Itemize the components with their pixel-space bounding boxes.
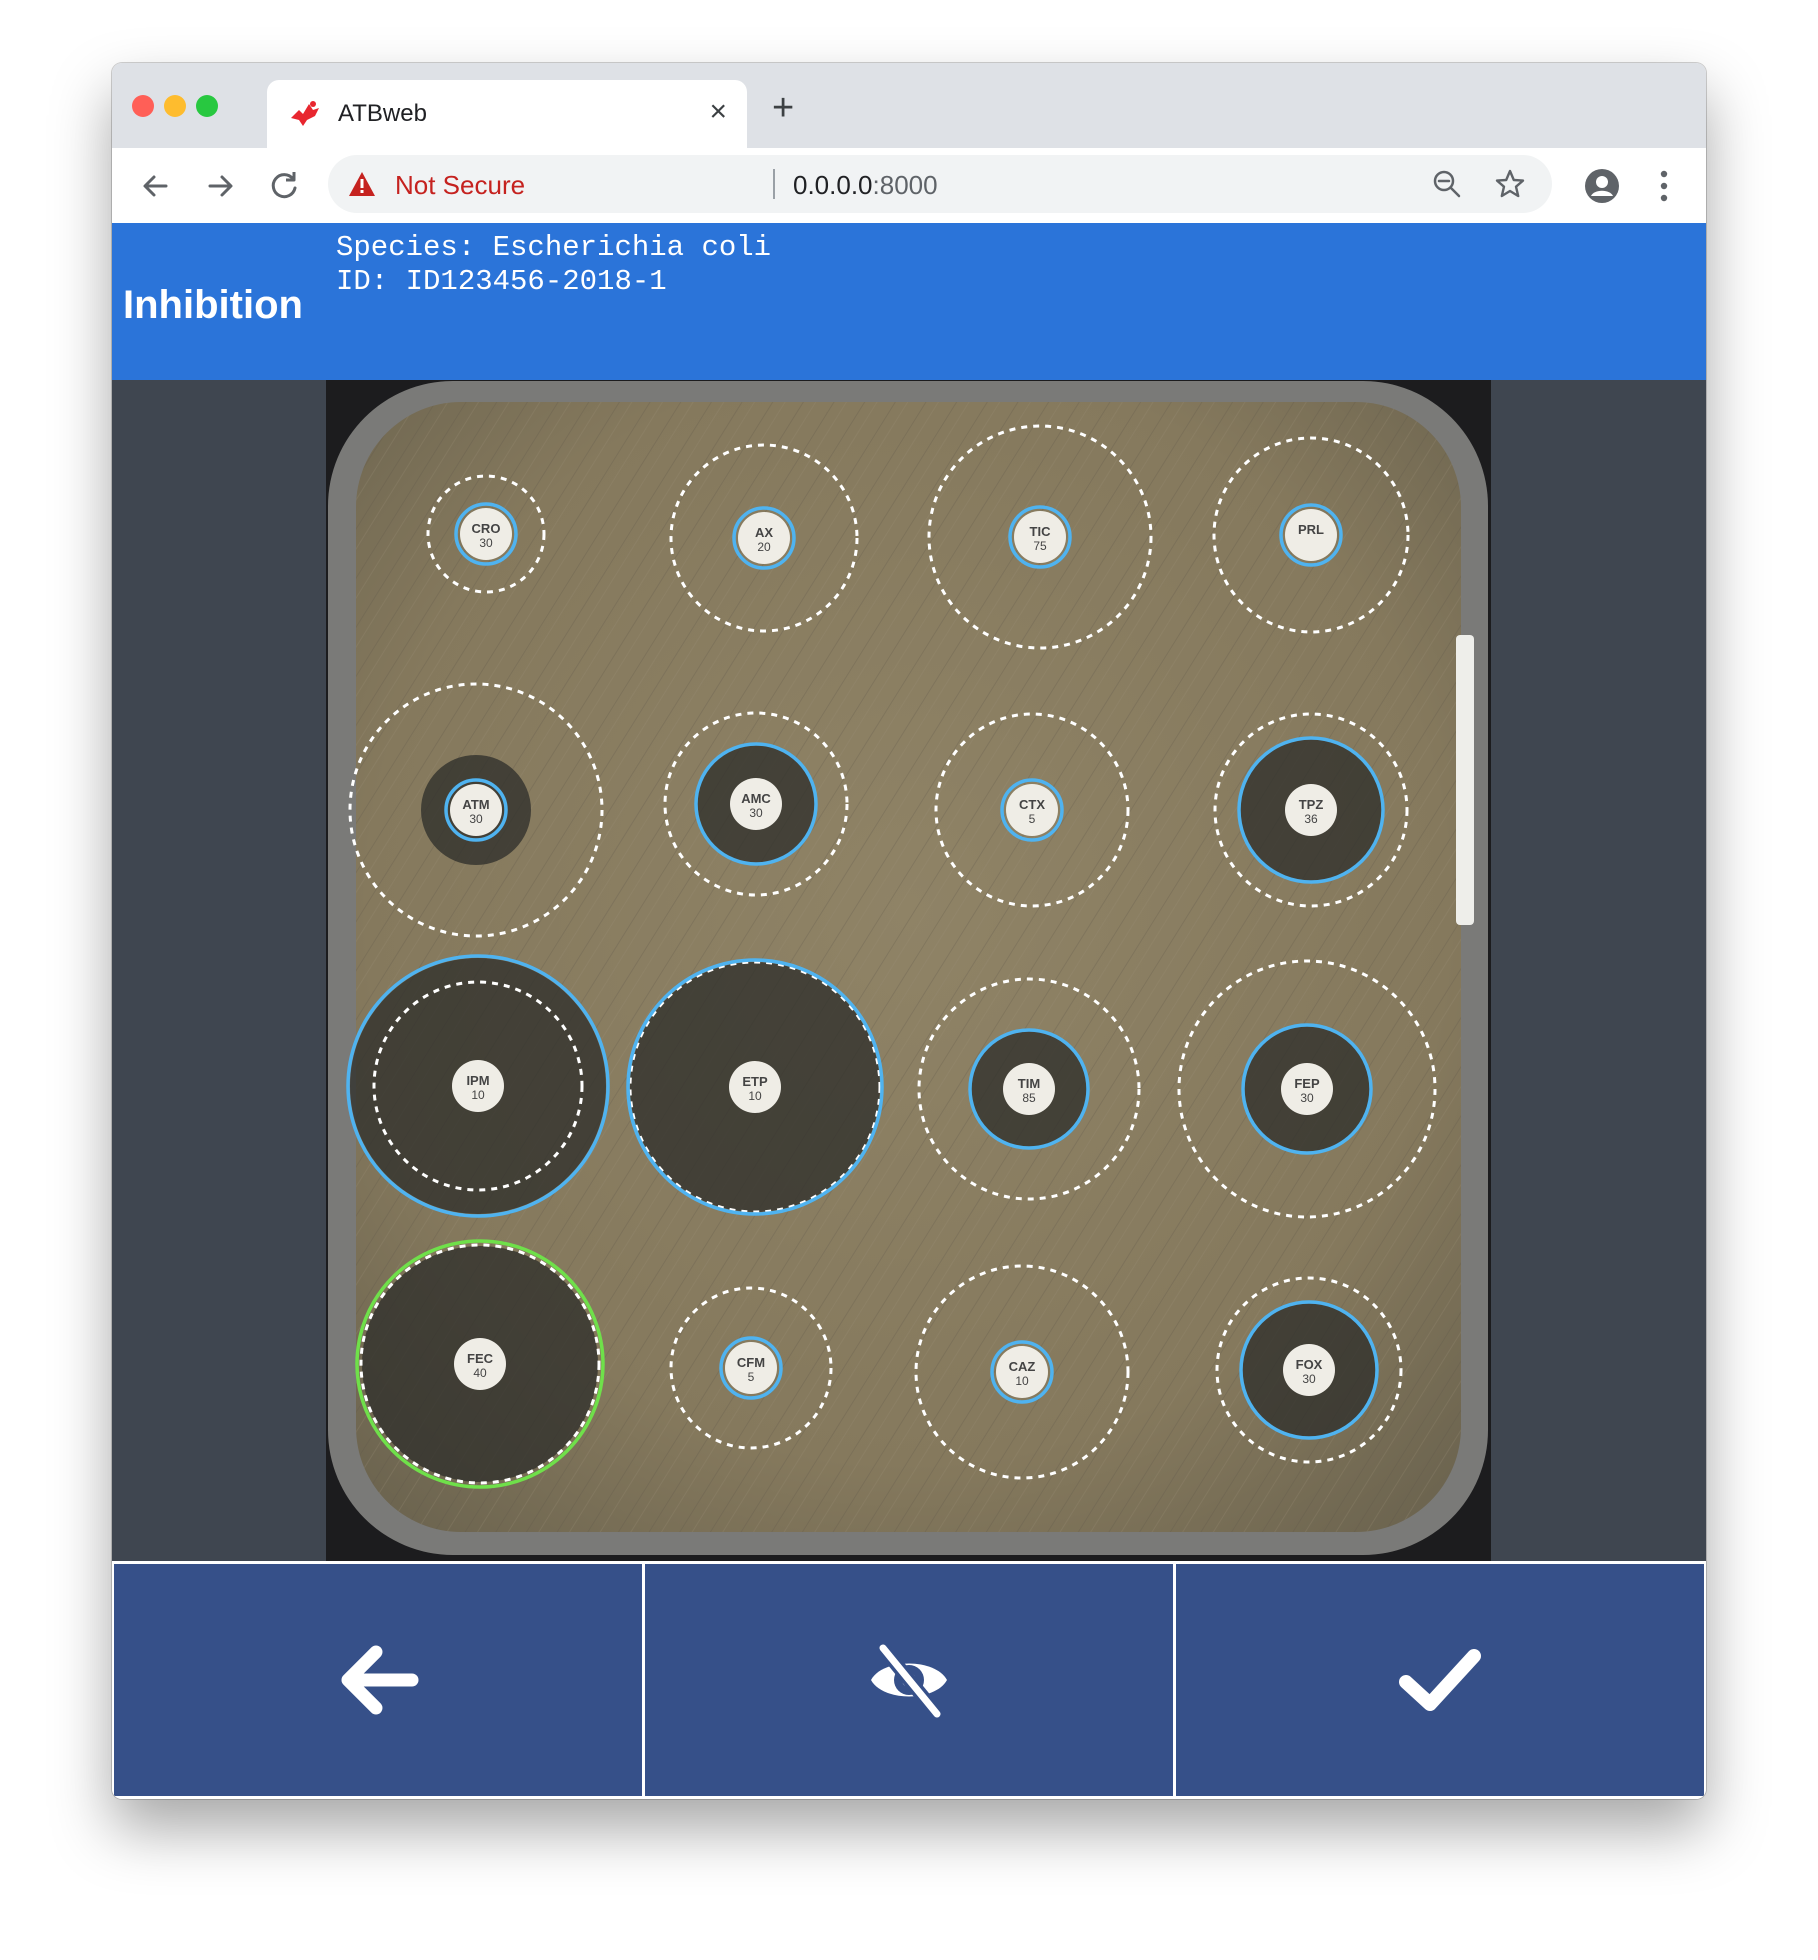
dish-label-strip (1456, 635, 1474, 925)
disk-dose-label: 30 (749, 806, 763, 820)
forward-arrow-icon[interactable] (200, 166, 240, 206)
disk-code-label: PRL (1298, 522, 1324, 537)
plate-viewer: CRO 30 AX 20 TIC 75 PRL ATM 30 AMC 30 CTX 5 TPZ 36 IPM 1… (112, 380, 1706, 1561)
url-port: :8000 (872, 170, 938, 200)
toggle-overlay-button[interactable] (645, 1564, 1173, 1796)
disk-code-label: TIC (1030, 524, 1052, 539)
address-separator (773, 169, 775, 199)
disk-dose-label: 10 (1015, 1374, 1029, 1388)
disk-code-label: FEP (1294, 1076, 1320, 1091)
disk-code-label: TPZ (1299, 797, 1324, 812)
reload-icon[interactable] (264, 166, 304, 206)
disk-dose-label: 75 (1033, 539, 1047, 553)
page-title: Inhibition (123, 283, 303, 327)
species-line: Species: Escherichia coli (336, 231, 772, 264)
disk-code-label: CFM (737, 1355, 765, 1370)
url-text[interactable]: 0.0.0.0:8000 (793, 170, 938, 201)
disk-dose-label: 36 (1304, 812, 1318, 826)
url-host: 0.0.0.0 (793, 170, 873, 200)
disk-code-label: IPM (466, 1073, 489, 1088)
disk-dose-label: 20 (757, 540, 771, 554)
close-window-button[interactable] (132, 95, 154, 117)
disk-code-label: ETP (742, 1074, 768, 1089)
disk-code-label: ATM (462, 797, 489, 812)
antibiotic-disk-group[interactable]: IPM10 (346, 954, 610, 1218)
browser-toolbar: Not Secure 0.0.0.0:8000 (112, 148, 1706, 224)
disk-dose-label: 30 (479, 536, 493, 550)
disk-code-label: FEC (467, 1351, 494, 1366)
arrow-left-icon (341, 1645, 419, 1715)
antibiotic-disk-group[interactable]: FEC40 (355, 1239, 605, 1489)
disk-code-label: AX (755, 525, 773, 540)
warning-triangle-icon (349, 172, 375, 196)
confirm-button[interactable] (1176, 1564, 1704, 1796)
disk-dose-label: 30 (1302, 1372, 1316, 1386)
check-icon (1399, 1649, 1481, 1711)
msf-logo-icon (291, 101, 319, 126)
tab-title: ATBweb (338, 100, 427, 127)
security-status[interactable]: Not Secure (395, 170, 525, 201)
tab-strip: ATBweb × + (112, 63, 1706, 148)
disk-dose-label: 5 (748, 1370, 755, 1384)
address-bar[interactable]: Not Secure 0.0.0.0:8000 (328, 155, 1552, 213)
disk-code-label: AMC (741, 791, 771, 806)
browser-tab[interactable]: ATBweb × (267, 80, 747, 148)
id-line: ID: ID123456-2018-1 (336, 265, 667, 298)
maximize-window-button[interactable] (196, 95, 218, 117)
disk-code-label: FOX (1296, 1357, 1323, 1372)
back-button[interactable] (114, 1564, 642, 1796)
app-header: Inhibition Species: Escherichia coli ID: … (112, 223, 1706, 380)
action-bar (112, 1561, 1706, 1799)
tab-close-icon[interactable]: × (709, 97, 727, 127)
back-arrow-icon[interactable] (136, 166, 176, 206)
disk-dose-label: 5 (1029, 812, 1036, 826)
disk-dose-label: 30 (469, 812, 483, 826)
minimize-window-button[interactable] (164, 95, 186, 117)
petri-dish-image[interactable]: CRO30AX20TIC75PRLATM30AMC30CTX5TPZ36IPM1… (326, 380, 1491, 1561)
antibiotic-disk-group[interactable]: FOX30 (1215, 1276, 1403, 1464)
disk-code-label: CTX (1019, 797, 1045, 812)
disk-dose-label: 30 (1300, 1091, 1314, 1105)
bookmark-star-icon[interactable] (1494, 168, 1526, 200)
disk-dose-label: 10 (471, 1088, 485, 1102)
disk-dose-label: 40 (473, 1366, 487, 1380)
profile-avatar-icon[interactable] (1584, 168, 1620, 204)
disk-code-label: CRO (472, 521, 501, 536)
disk-code-label: CAZ (1009, 1359, 1036, 1374)
eye-slash-icon (871, 1641, 947, 1721)
disk-code-label: TIM (1018, 1076, 1040, 1091)
kebab-menu-icon[interactable] (1658, 168, 1670, 204)
zoom-out-icon[interactable] (1432, 169, 1462, 199)
browser-window: ATBweb × + Not Secure 0.0.0.0:8000 Inhib… (112, 63, 1706, 1799)
antibiotic-disk-group[interactable]: ETP10 (626, 958, 884, 1216)
sample-info: Species: Escherichia coli ID: ID123456-20… (336, 231, 771, 299)
disk-dose-label: 10 (748, 1089, 762, 1103)
new-tab-button[interactable]: + (772, 89, 794, 127)
disk-dose-label: 85 (1022, 1091, 1036, 1105)
